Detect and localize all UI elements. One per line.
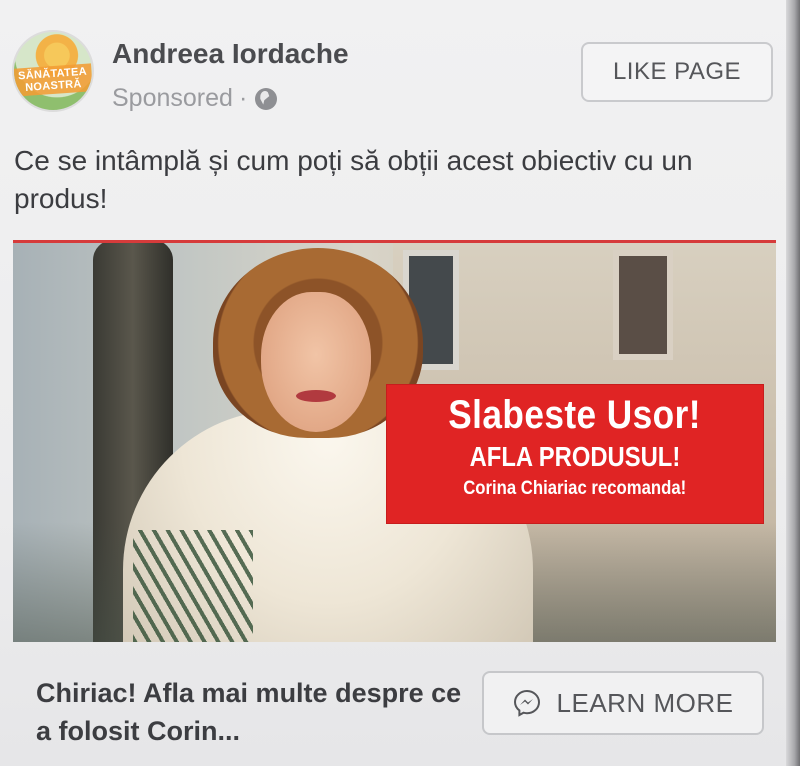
link-title[interactable]: Chiriac! Afla mai multe despre ce a folo… — [36, 674, 466, 750]
like-page-button[interactable]: LIKE PAGE — [581, 42, 773, 102]
promo-subheadline: AFLA PRODUSUL! — [469, 441, 681, 472]
globe-icon — [255, 87, 278, 110]
sponsored-post-card: SĂNĂTATEA NOASTRĂ Andreea Iordache Spons… — [0, 0, 786, 766]
sponsored-row: Sponsored · — [112, 84, 278, 113]
woman-lips — [296, 390, 336, 402]
woman-face — [261, 292, 371, 432]
messenger-icon — [513, 689, 540, 717]
plant-leaves — [133, 530, 253, 642]
learn-more-button[interactable]: LEARN MORE — [482, 671, 764, 735]
avatar-logo-line2: NOASTRĂ — [24, 78, 83, 94]
sponsored-label[interactable]: Sponsored — [112, 84, 233, 113]
separator-dot: · — [238, 84, 248, 112]
image-top-border — [13, 240, 776, 243]
promo-headline: Slabeste Usor! — [448, 393, 702, 437]
building-window — [613, 250, 673, 360]
ad-image[interactable]: Slabeste Usor! AFLA PRODUSUL! Corina Chi… — [13, 240, 776, 642]
post-text: Ce se intâmplă și cum poți să obții aces… — [14, 145, 693, 214]
device-edge — [786, 0, 800, 766]
promo-banner: Slabeste Usor! AFLA PRODUSUL! Corina Chi… — [387, 385, 763, 523]
page-name-link[interactable]: Andreea Iordache — [112, 38, 349, 70]
avatar-logo: SĂNĂTATEA NOASTRĂ — [14, 63, 92, 97]
learn-more-label: LEARN MORE — [556, 687, 734, 718]
promo-tagline: Corina Chiariac recomanda! — [463, 478, 687, 499]
page-avatar[interactable]: SĂNĂTATEA NOASTRĂ — [12, 30, 94, 112]
